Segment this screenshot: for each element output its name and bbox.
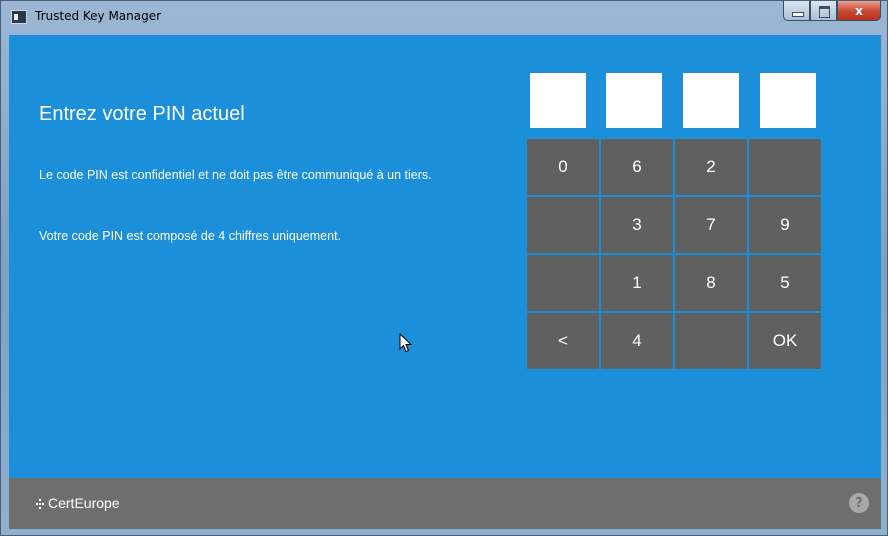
key-blank[interactable] [527,255,599,311]
key-3[interactable]: 3 [601,197,673,253]
footer-bar: CertEurope ? [9,478,881,529]
key-4[interactable]: 4 [601,313,673,369]
key-blank[interactable] [527,197,599,253]
pin-digit-box-2 [606,73,662,128]
window-title: Trusted Key Manager [35,9,162,23]
minimize-icon [792,12,804,17]
ok-button[interactable]: OK [749,313,821,369]
key-9[interactable]: 9 [749,197,821,253]
maximize-icon [819,6,830,18]
close-button[interactable]: x [837,1,881,21]
key-7[interactable]: 7 [675,197,747,253]
pin-digit-box-4 [760,73,816,128]
key-1[interactable]: 1 [601,255,673,311]
backspace-key[interactable]: < [527,313,599,369]
title-bar[interactable]: Trusted Key Manager x [1,1,887,35]
key-8[interactable]: 8 [675,255,747,311]
key-6[interactable]: 6 [601,139,673,195]
page-title: Entrez votre PIN actuel [39,103,245,125]
app-window: Trusted Key Manager x Entrez votre PIN a… [0,0,888,536]
help-icon[interactable]: ? [849,493,869,513]
pin-digit-box-3 [683,73,739,128]
pin-keypad: 0 6 2 3 7 9 1 8 5 < 4 OK [527,139,821,369]
mouse-cursor-icon [399,333,413,353]
pin-digit-box-1 [530,73,586,128]
confidentiality-text: Le code PIN est confidentiel et ne doit … [39,168,432,182]
key-blank[interactable] [675,313,747,369]
maximize-button[interactable] [810,1,837,21]
key-5[interactable]: 5 [749,255,821,311]
close-icon: x [855,3,863,18]
minimize-button[interactable] [783,1,810,21]
star-icon [35,497,45,510]
certeurope-logo: CertEurope [35,495,120,511]
pin-entry-panel: Entrez votre PIN actuel Le code PIN est … [9,35,881,529]
app-icon[interactable] [11,10,27,24]
window-controls: x [783,1,881,23]
key-2[interactable]: 2 [675,139,747,195]
key-0[interactable]: 0 [527,139,599,195]
logo-text: CertEurope [48,495,120,511]
key-blank[interactable] [749,139,821,195]
pin-format-text: Votre code PIN est composé de 4 chiffres… [39,229,342,243]
